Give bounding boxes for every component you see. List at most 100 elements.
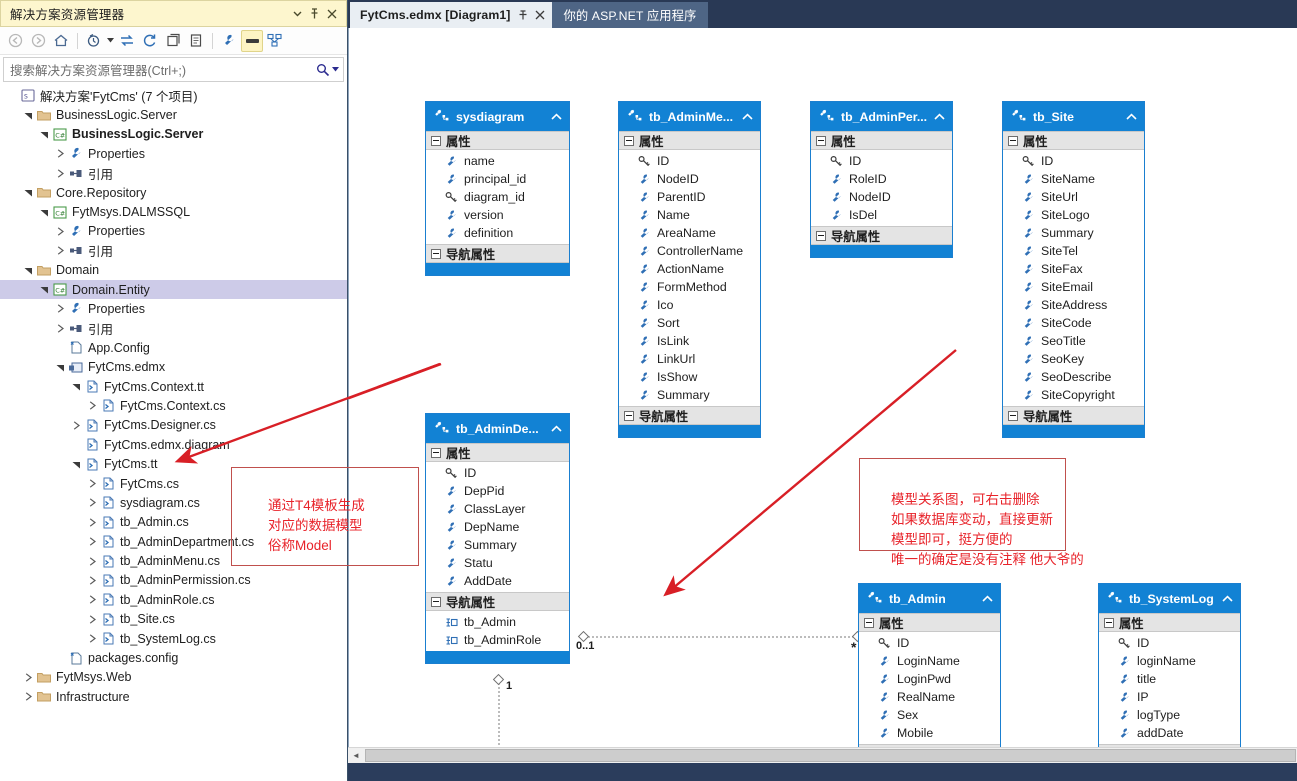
tree-item[interactable]: tb_AdminPermission.cs	[0, 571, 347, 590]
property-row[interactable]: ActionName	[619, 260, 760, 278]
home-button[interactable]	[50, 30, 72, 52]
section-header-properties[interactable]: 属性	[1003, 131, 1144, 150]
refresh-button[interactable]	[139, 30, 161, 52]
tree-item[interactable]: Domain	[0, 261, 347, 280]
tree-expander-icon[interactable]	[70, 382, 83, 391]
tab-active[interactable]: FytCms.edmx [Diagram1]	[350, 2, 552, 28]
tree-item[interactable]: tb_AdminRole.cs	[0, 590, 347, 609]
property-row[interactable]: SiteCode	[1003, 314, 1144, 332]
tree-item[interactable]: C# Domain.Entity	[0, 279, 347, 300]
property-row[interactable]: RealName	[859, 688, 1000, 706]
search-input[interactable]: 搜索解决方案资源管理器(Ctrl+;)	[3, 57, 344, 82]
section-header-properties[interactable]: 属性	[426, 131, 569, 150]
property-row[interactable]: IP	[1099, 688, 1240, 706]
property-row[interactable]: diagram_id	[426, 188, 569, 206]
property-row[interactable]: SiteCopyright	[1003, 386, 1144, 404]
property-row[interactable]: definition	[426, 224, 569, 242]
property-row[interactable]: Summary	[426, 536, 569, 554]
tree-expander-icon[interactable]	[70, 460, 83, 469]
tree-item[interactable]: sysdiagram.cs	[0, 493, 347, 512]
tree-expander-icon[interactable]	[22, 111, 35, 120]
sync-with-active-document-button[interactable]	[116, 30, 138, 52]
pending-changes-button[interactable]	[83, 30, 105, 52]
property-row[interactable]: IsShow	[619, 368, 760, 386]
tree-item[interactable]: Properties	[0, 299, 347, 318]
horizontal-scrollbar[interactable]: ◄	[348, 747, 1297, 763]
property-row[interactable]: DepPid	[426, 482, 569, 500]
tree-expander-icon[interactable]	[22, 692, 35, 701]
property-row[interactable]: SeoTitle	[1003, 332, 1144, 350]
property-row[interactable]: ID	[859, 634, 1000, 652]
chevron-up-icon[interactable]	[934, 112, 945, 121]
chevron-up-icon[interactable]	[551, 112, 562, 121]
property-row[interactable]: Sex	[859, 706, 1000, 724]
tree-item[interactable]: BusinessLogic.Server	[0, 105, 347, 124]
chevron-up-icon[interactable]	[551, 424, 562, 433]
entity-table[interactable]: sysdiagram 属性 name principal_id diagram_id v…	[425, 101, 570, 276]
entity-header[interactable]: tb_AdminDe...	[426, 414, 569, 443]
property-row[interactable]: SiteTel	[1003, 242, 1144, 260]
section-header-properties[interactable]: 属性	[859, 613, 1000, 632]
property-row[interactable]: Summary	[1003, 224, 1144, 242]
tree-expander-icon[interactable]	[54, 227, 67, 236]
tree-item[interactable]: Infrastructure	[0, 687, 347, 706]
show-all-files-button[interactable]	[185, 30, 207, 52]
tab-pin-icon[interactable]	[518, 9, 528, 21]
tree-expander-icon[interactable]	[86, 401, 99, 411]
property-row[interactable]: addDate	[1099, 724, 1240, 742]
entity-header[interactable]: tb_AdminMe...	[619, 102, 760, 131]
tree-expander-icon[interactable]	[86, 595, 99, 605]
scrollbar-thumb[interactable]	[365, 749, 1296, 762]
tree-item[interactable]: FytCms.edmx.diagram	[0, 435, 347, 454]
collapse-icon[interactable]	[1104, 617, 1114, 628]
collapse-icon[interactable]	[816, 230, 826, 241]
tree-item[interactable]: tb_AdminMenu.cs	[0, 551, 347, 570]
tree-item[interactable]: S 解决方案'FytCms' (7 个项目)	[0, 86, 347, 105]
tree-expander-icon[interactable]	[70, 421, 83, 430]
tab-close-icon[interactable]	[535, 10, 545, 20]
tree-item[interactable]: 引用	[0, 241, 347, 260]
navigation-property-row[interactable]: tb_AdminRole	[426, 631, 569, 649]
tree-expander-icon[interactable]	[22, 266, 35, 275]
property-row[interactable]: LinkUrl	[619, 350, 760, 368]
property-row[interactable]: NodeID	[619, 170, 760, 188]
collapse-icon[interactable]	[1008, 135, 1018, 146]
section-header-navigation-properties[interactable]: 导航属性	[811, 226, 952, 245]
tree-expander-icon[interactable]	[86, 634, 99, 643]
entity-table[interactable]: tb_AdminDe... 属性 ID DepPid ClassLayer DepNam…	[425, 413, 570, 664]
search-icon[interactable]	[316, 63, 339, 77]
tree-item[interactable]: packages.config	[0, 648, 347, 667]
tree-expander-icon[interactable]	[22, 188, 35, 197]
preview-selected-items-button[interactable]	[241, 29, 263, 52]
tree-item[interactable]: Core.Repository	[0, 183, 347, 202]
chevron-down-icon[interactable]	[106, 30, 115, 52]
tree-expander-icon[interactable]	[86, 537, 99, 546]
tree-item[interactable]: tb_AdminDepartment.cs	[0, 532, 347, 551]
entity-table[interactable]: tb_AdminPer... 属性 ID RoleID NodeID IsDel 导航属性	[810, 101, 953, 258]
tree-item[interactable]: 引用	[0, 319, 347, 338]
property-row[interactable]: ID	[811, 152, 952, 170]
property-row[interactable]: ControllerName	[619, 242, 760, 260]
forward-button[interactable]	[27, 30, 49, 52]
property-row[interactable]: AreaName	[619, 224, 760, 242]
tree-item[interactable]: Properties	[0, 222, 347, 241]
tree-expander-icon[interactable]	[54, 304, 67, 314]
section-header-navigation-properties[interactable]: 导航属性	[426, 244, 569, 263]
tree-item[interactable]: FytMsys.Web	[0, 668, 347, 687]
tree-item[interactable]: C# FytMsys.DALMSSQL	[0, 202, 347, 221]
property-row[interactable]: Mobile	[859, 724, 1000, 742]
chevron-up-icon[interactable]	[1126, 112, 1137, 121]
scroll-left-icon[interactable]: ◄	[348, 748, 364, 764]
chevron-down-icon[interactable]	[289, 5, 306, 22]
tree-item[interactable]: tb_SystemLog.cs	[0, 629, 347, 648]
collapse-icon[interactable]	[816, 135, 826, 146]
collapse-icon[interactable]	[1008, 410, 1018, 421]
view-class-diagram-button[interactable]	[264, 30, 286, 52]
property-row[interactable]: Sort	[619, 314, 760, 332]
tree-expander-icon[interactable]	[86, 479, 99, 488]
tree-expander-icon[interactable]	[54, 169, 67, 178]
tree-expander-icon[interactable]	[22, 673, 35, 682]
collapse-icon[interactable]	[431, 248, 441, 259]
property-row[interactable]: SiteUrl	[1003, 188, 1144, 206]
tree-item[interactable]: FytCms.Context.tt	[0, 377, 347, 396]
